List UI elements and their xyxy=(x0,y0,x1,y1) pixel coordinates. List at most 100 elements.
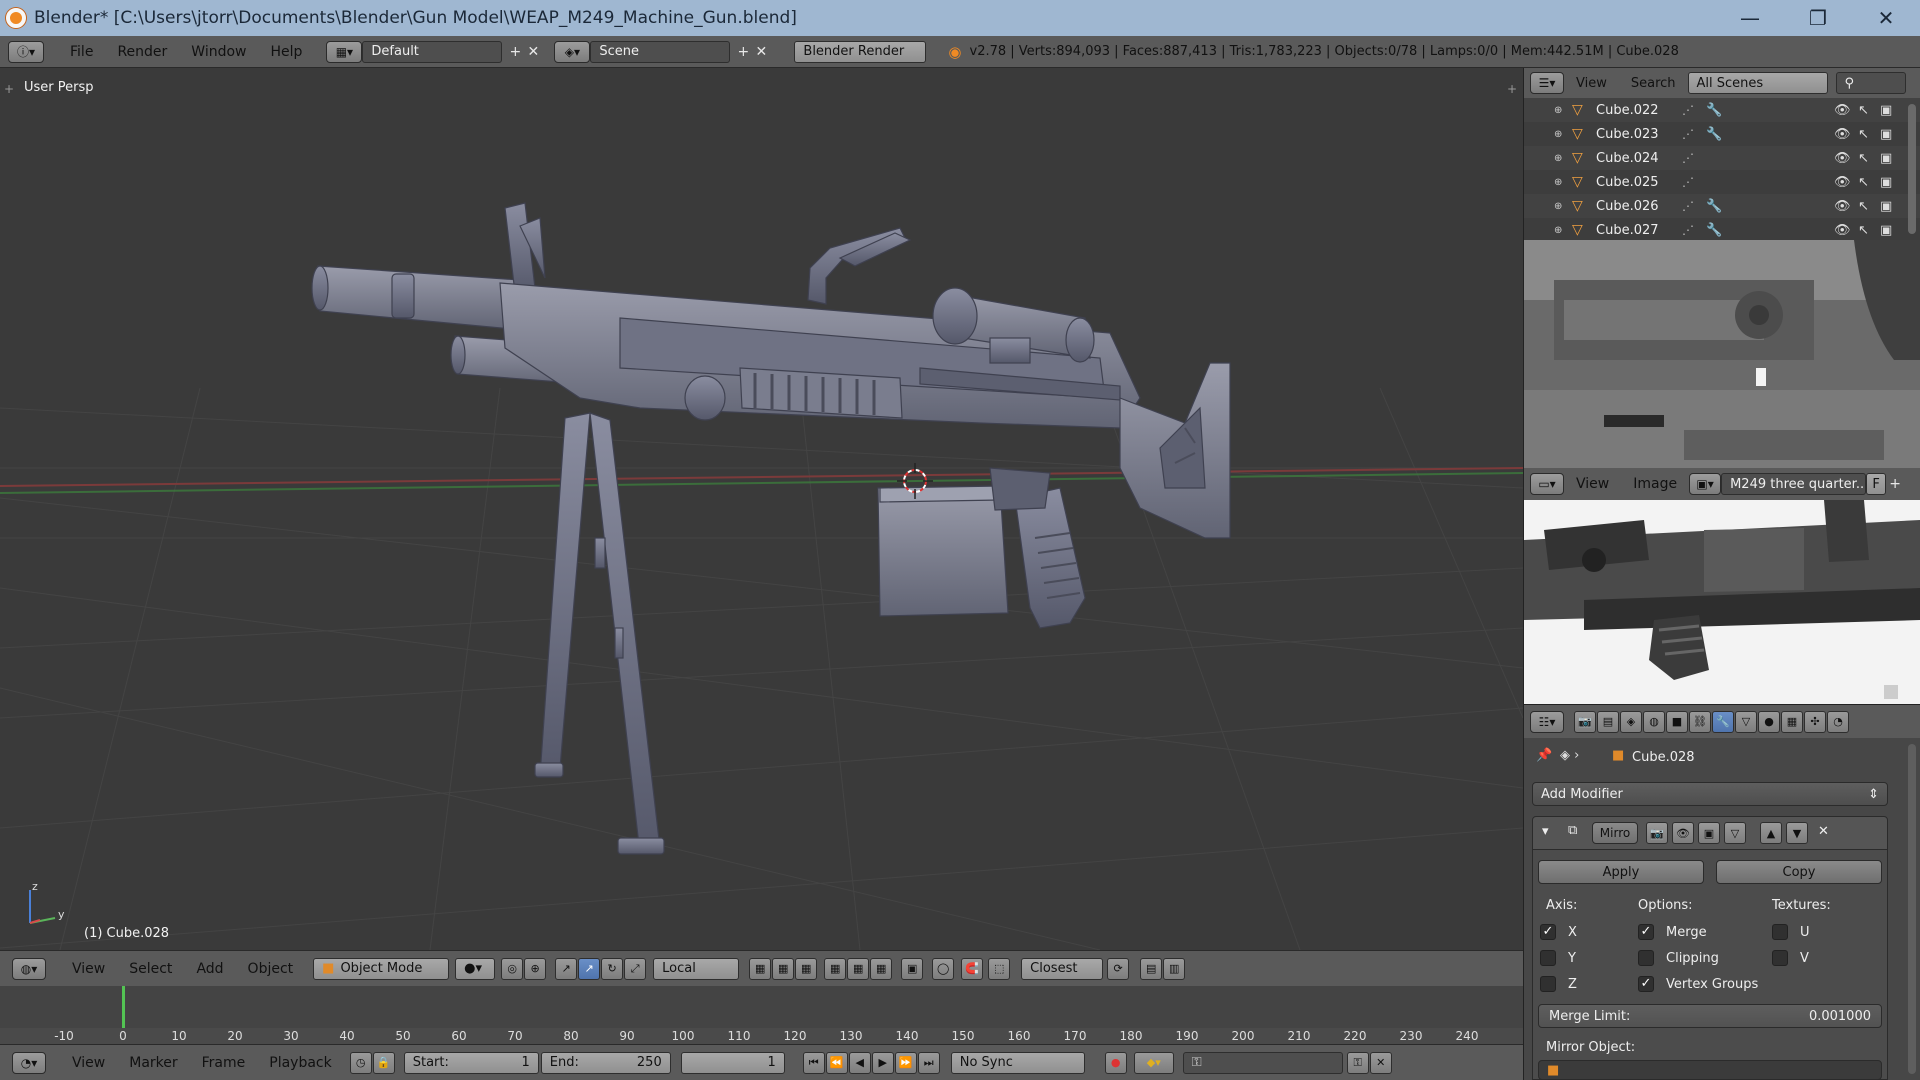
visibility-eye-icon[interactable]: 👁 xyxy=(1834,103,1851,118)
snap-target-select[interactable]: Closest xyxy=(1021,957,1104,980)
menu-view[interactable]: View xyxy=(60,961,117,977)
render-opengl-icon[interactable]: ▤ xyxy=(1140,957,1163,980)
vertex-groups-checkbox[interactable]: ✓ xyxy=(1638,976,1654,992)
corner-plus-icon-right[interactable]: + xyxy=(1507,82,1517,96)
outliner-row[interactable]: ⊕ ▽ Cube.027 ⋰ 🔧 👁 ↖ ▣ xyxy=(1524,218,1920,240)
menu-view[interactable]: View xyxy=(60,1055,117,1071)
rotate-icon[interactable]: ↻ xyxy=(601,957,624,980)
menu-object[interactable]: Object xyxy=(236,961,306,977)
mesh-data-icon[interactable]: ⋰ xyxy=(1682,223,1694,237)
selectable-arrow-icon[interactable]: ↖ xyxy=(1858,127,1869,142)
expand-icon[interactable]: ⊕ xyxy=(1554,225,1564,236)
translate-icon[interactable]: ↗ xyxy=(555,957,578,980)
pivot-icon[interactable]: ◎ xyxy=(501,957,524,980)
merge-checkbox[interactable]: ✓ xyxy=(1638,924,1654,940)
pin-icon[interactable]: 📌 xyxy=(1536,748,1552,763)
add-scene-icon[interactable]: + xyxy=(734,43,752,61)
expand-icon[interactable]: ⊕ xyxy=(1554,201,1564,212)
scene-icon[interactable]: ◈▾ xyxy=(554,40,591,63)
texture-u-checkbox[interactable] xyxy=(1772,924,1788,940)
orientation-select[interactable]: Local xyxy=(653,957,740,980)
visibility-eye-icon[interactable]: 👁 xyxy=(1834,223,1851,238)
jump-keyframe-forward-icon[interactable]: ⏩ xyxy=(894,1051,917,1074)
active-keying-set-field[interactable]: ⚿ xyxy=(1182,1051,1343,1074)
modifier-cage-icon[interactable]: ▽ xyxy=(1724,822,1746,844)
mesh-data-icon[interactable]: ⋰ xyxy=(1682,103,1694,117)
selectable-arrow-icon[interactable]: ↖ xyxy=(1858,103,1869,118)
physics-tab-icon[interactable]: ◔ xyxy=(1827,710,1849,733)
jump-start-icon[interactable]: ⏮ xyxy=(802,1051,825,1074)
outliner-row[interactable]: ⊕ ▽ Cube.024 ⋰ 👁 ↖ ▣ xyxy=(1524,146,1920,170)
scene-field[interactable]: Scene xyxy=(590,40,731,63)
expand-icon[interactable]: ⊕ xyxy=(1554,177,1564,188)
current-frame-field[interactable]: 1 xyxy=(680,1051,785,1074)
outliner-row[interactable]: ⊕ ▽ Cube.025 ⋰ 👁 ↖ ▣ xyxy=(1524,170,1920,194)
menu-window[interactable]: Window xyxy=(179,44,258,60)
add-modifier-select[interactable]: Add Modifier ⇕ xyxy=(1532,782,1888,806)
material-tab-icon[interactable]: ● xyxy=(1758,710,1780,733)
mesh-data-icon[interactable]: ⋰ xyxy=(1682,199,1694,213)
outliner-row[interactable]: ⊕ ▽ Cube.023 ⋰ 🔧 👁 ↖ ▣ xyxy=(1524,122,1920,146)
menu-view[interactable]: View xyxy=(1564,76,1619,91)
render-layers-tab-icon[interactable]: ▤ xyxy=(1597,710,1619,733)
render-camera-icon[interactable]: ▣ xyxy=(1880,175,1892,190)
jump-keyframe-back-icon[interactable]: ⏪ xyxy=(825,1051,848,1074)
selectable-arrow-icon[interactable]: ↖ xyxy=(1858,223,1869,238)
fake-user-button[interactable]: F xyxy=(1866,473,1887,495)
axis-x-checkbox[interactable]: ✓ xyxy=(1540,924,1556,940)
object-tab-icon[interactable]: ■ xyxy=(1666,710,1688,733)
current-frame-cursor[interactable] xyxy=(122,986,125,1028)
outliner-row[interactable]: ⊕ ▽ Cube.026 ⋰ 🔧 👁 ↖ ▣ xyxy=(1524,194,1920,218)
render-camera-icon[interactable]: ▣ xyxy=(1880,151,1892,166)
layer-lock-icon[interactable]: ▣ xyxy=(901,957,924,980)
merge-limit-field[interactable]: Merge Limit: 0.001000 xyxy=(1538,1004,1882,1028)
timeline[interactable]: -10 0 10 20 30 40 50 60 70 80 90 100 110… xyxy=(0,986,1523,1044)
mirror-object-field[interactable]: ■ xyxy=(1538,1060,1882,1080)
object-name[interactable]: Cube.023 xyxy=(1596,127,1672,142)
play-reverse-icon[interactable]: ◀ xyxy=(848,1051,871,1074)
menu-search[interactable]: Search xyxy=(1619,76,1688,91)
constraints-tab-icon[interactable]: ⛓ xyxy=(1689,710,1711,733)
modifier-render-icon[interactable]: 📷 xyxy=(1646,822,1668,844)
jump-end-icon[interactable]: ⏭ xyxy=(917,1051,940,1074)
render-animation-icon[interactable]: ▥ xyxy=(1163,957,1186,980)
minimize-button[interactable]: — xyxy=(1716,0,1784,36)
proportional-edit-icon[interactable]: ◯ xyxy=(932,957,955,980)
collapse-modifier-icon[interactable]: ▾ xyxy=(1542,824,1549,839)
mesh-data-icon[interactable]: ⋰ xyxy=(1682,151,1694,165)
visibility-eye-icon[interactable]: 👁 xyxy=(1834,175,1851,190)
outliner-search-input[interactable]: ⚲ xyxy=(1835,72,1906,94)
particles-tab-icon[interactable]: ✣ xyxy=(1804,710,1826,733)
remove-scene-icon[interactable]: ✕ xyxy=(752,43,770,61)
copy-button[interactable]: Copy xyxy=(1716,860,1882,884)
menu-frame[interactable]: Frame xyxy=(190,1055,258,1071)
delete-keyframe-icon[interactable]: ✕ xyxy=(1369,1051,1392,1074)
move-up-icon[interactable]: ▲ xyxy=(1760,822,1782,844)
data-tab-icon[interactable]: ▽ xyxy=(1735,710,1757,733)
viewport-shading-select[interactable]: ●▾ xyxy=(455,957,496,980)
remove-layout-icon[interactable]: ✕ xyxy=(524,43,542,61)
layer-icon[interactable]: ▦ xyxy=(824,957,847,980)
texture-v-checkbox[interactable] xyxy=(1772,950,1788,966)
selectable-arrow-icon[interactable]: ↖ xyxy=(1858,151,1869,166)
visibility-eye-icon[interactable]: 👁 xyxy=(1834,151,1851,166)
render-camera-icon[interactable]: ▣ xyxy=(1880,103,1892,118)
reference-image-closeup[interactable] xyxy=(1523,240,1920,468)
expand-icon[interactable]: ⊕ xyxy=(1554,105,1564,116)
info-editor-type-icon[interactable]: ⓘ▾ xyxy=(8,40,44,63)
sync-mode-select[interactable]: No Sync xyxy=(950,1051,1085,1074)
menu-file[interactable]: File xyxy=(58,44,105,60)
outliner-filter-select[interactable]: All Scenes xyxy=(1687,72,1828,94)
layer-icon[interactable]: ▦ xyxy=(847,957,870,980)
object-name[interactable]: Cube.025 xyxy=(1596,175,1672,190)
layer-icon[interactable]: ▦ xyxy=(795,957,818,980)
new-image-icon[interactable]: + xyxy=(1886,475,1904,493)
render-tab-icon[interactable]: 📷 xyxy=(1574,710,1596,733)
menu-render[interactable]: Render xyxy=(105,44,179,60)
modifier-name-field[interactable]: Mirro xyxy=(1592,822,1638,844)
3d-viewport[interactable]: z y User Persp (1) Cube.028 + + xyxy=(0,68,1523,950)
mesh-data-icon[interactable]: ⋰ xyxy=(1682,127,1694,141)
insert-keyframe-icon[interactable]: ⚿ xyxy=(1346,1051,1369,1074)
menu-select[interactable]: Select xyxy=(117,961,184,977)
viewport-canvas[interactable]: z y xyxy=(0,68,1523,950)
